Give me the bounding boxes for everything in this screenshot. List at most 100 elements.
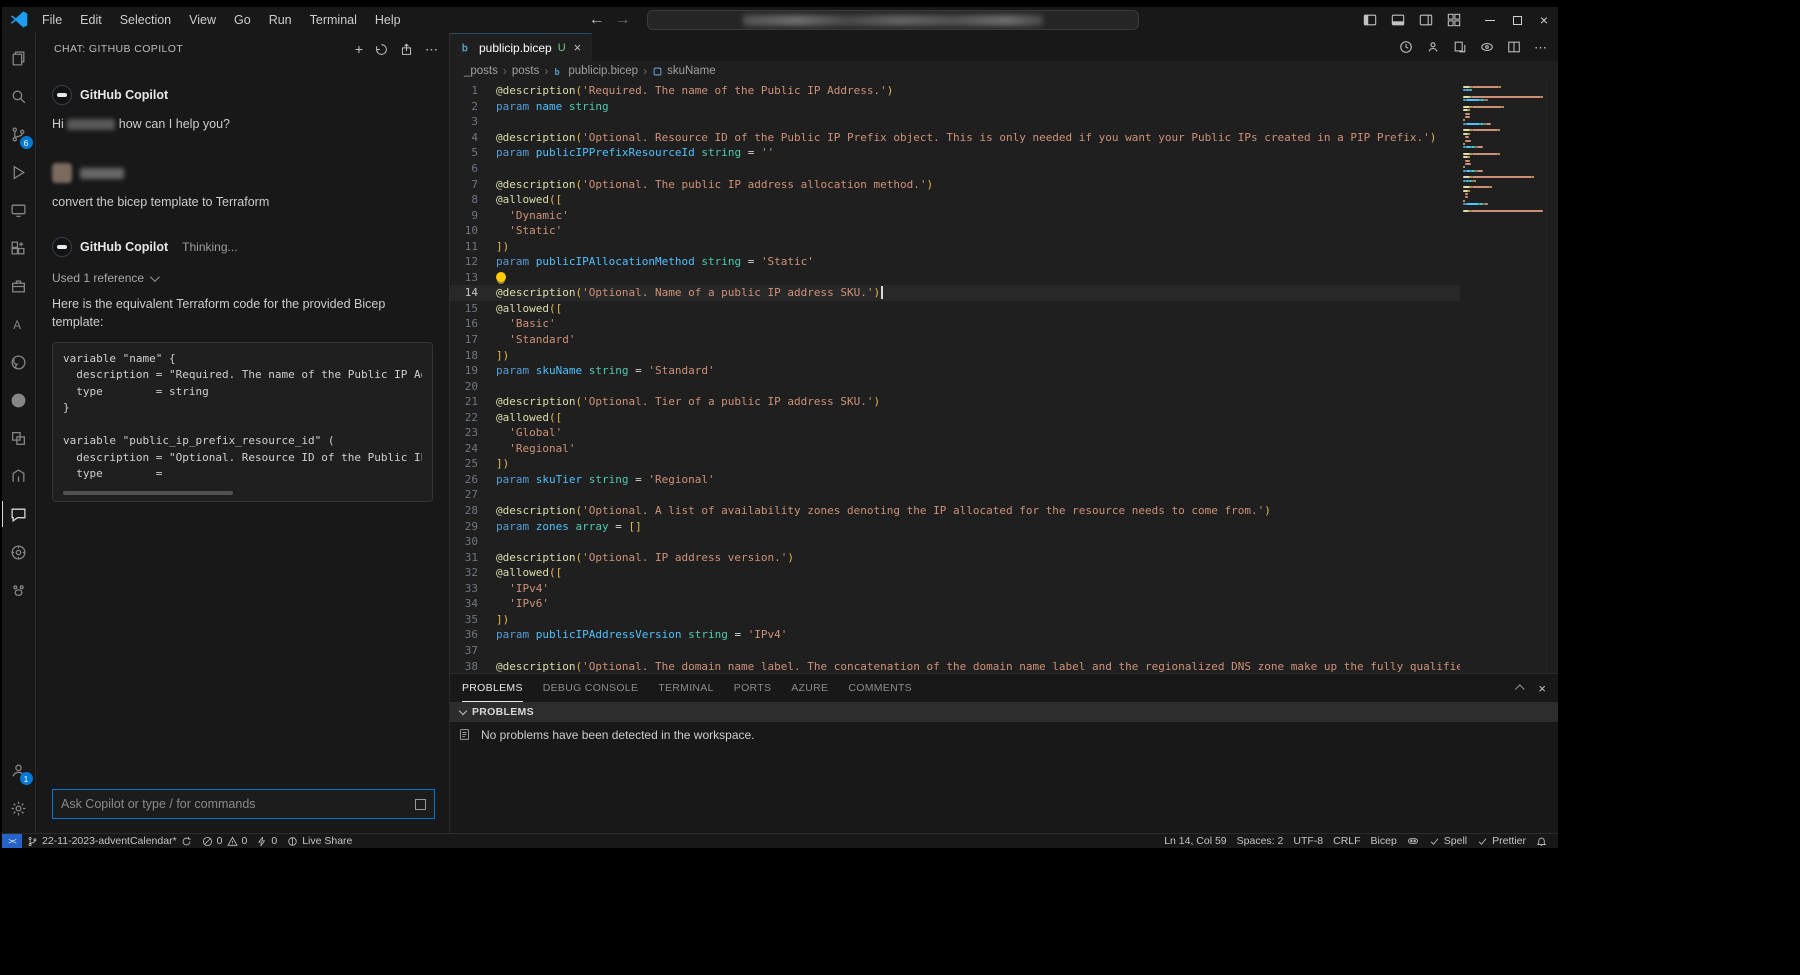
command-center-search[interactable] [647, 10, 1139, 30]
code-line[interactable]: 9 'Dynamic' [450, 207, 1460, 223]
code-line[interactable]: 5param publicIPPrefixResourceId string =… [450, 145, 1460, 161]
code-line[interactable]: 8@allowed([ [450, 192, 1460, 208]
minimap[interactable] [1460, 81, 1546, 673]
remote-indicator[interactable]: >< [2, 834, 22, 848]
open-changes-icon[interactable] [1453, 40, 1467, 54]
panel-tab-ports[interactable]: PORTS [734, 674, 771, 702]
panel-tab-debug-console[interactable]: DEBUG CONSOLE [543, 674, 639, 702]
encoding-status[interactable]: UTF-8 [1288, 834, 1328, 848]
chat-more-actions-icon[interactable]: ⋯ [425, 43, 439, 56]
nav-back-icon[interactable]: ← [589, 11, 605, 29]
panel-tab-comments[interactable]: COMMENTS [848, 674, 912, 702]
notifications-bell[interactable] [1531, 834, 1552, 848]
code-line[interactable]: 2param name string [450, 99, 1460, 115]
code-line[interactable]: 27 [450, 487, 1460, 503]
close-panel-icon[interactable]: × [1538, 681, 1546, 696]
run-and-debug-icon[interactable] [2, 153, 36, 191]
code-line[interactable]: 24 'Regional' [450, 441, 1460, 457]
restore-button[interactable] [1513, 16, 1522, 25]
github-icon[interactable] [2, 343, 36, 381]
code-line[interactable]: 22@allowed([ [450, 409, 1460, 425]
code-line[interactable]: 38@description('Optional. The domain nam… [450, 658, 1460, 673]
code-line[interactable]: 33 'IPv4' [450, 581, 1460, 597]
menu-terminal[interactable]: Terminal [302, 10, 365, 30]
extensions-icon[interactable] [2, 229, 36, 267]
code-block-hscrollbar[interactable] [63, 491, 233, 495]
collaborators-icon[interactable] [1426, 40, 1440, 54]
ports-status[interactable]: 0 [252, 834, 282, 848]
code-line[interactable]: 37 [450, 643, 1460, 659]
code-line[interactable]: 17 'Standard' [450, 332, 1460, 348]
editor-more-actions-icon[interactable]: ⋯ [1534, 41, 1548, 54]
code-line[interactable]: 14@description('Optional. Name of a publ… [450, 285, 1460, 301]
code-editor[interactable]: 1@description('Required. The name of the… [450, 81, 1558, 673]
tab-close-icon[interactable]: × [574, 40, 582, 55]
problems-section-header[interactable]: PROBLEMS [450, 702, 1558, 722]
code-line[interactable]: 36param publicIPAddressVersion string = … [450, 627, 1460, 643]
code-line[interactable]: 13 [450, 270, 1460, 286]
code-line[interactable]: 26param skuTier string = 'Regional' [450, 472, 1460, 488]
menu-view[interactable]: View [181, 10, 224, 30]
breadcrumb-item[interactable]: _posts [464, 65, 498, 77]
code-line[interactable]: 18]) [450, 347, 1460, 363]
code-line[interactable]: 20 [450, 378, 1460, 394]
close-window-button[interactable]: × [1540, 13, 1548, 27]
errors-warnings-status[interactable]: 0 0 [197, 834, 253, 848]
source-control-icon[interactable]: 6 [2, 115, 36, 153]
code-line[interactable]: 19param skuName string = 'Standard' [450, 363, 1460, 379]
indentation-status[interactable]: Spaces: 2 [1232, 834, 1289, 848]
code-line[interactable]: 11]) [450, 238, 1460, 254]
chat-code-block[interactable]: variable "name" { description = "Require… [52, 342, 433, 502]
timeline-icon[interactable] [1399, 40, 1413, 54]
chat-history-icon[interactable] [375, 43, 388, 56]
preview-icon[interactable] [1480, 40, 1494, 54]
chat-send-icon[interactable] [415, 799, 426, 810]
minimize-button[interactable] [1485, 20, 1495, 21]
breadcrumb-item-symbol[interactable]: skuName [652, 65, 716, 77]
lightbulb-icon[interactable] [496, 272, 506, 282]
code-line[interactable]: 28@description('Optional. A list of avai… [450, 503, 1460, 519]
manage-gear-icon[interactable] [2, 789, 36, 827]
remote-explorer-icon[interactable] [2, 191, 36, 229]
toggle-panel-icon[interactable] [1391, 13, 1405, 27]
explorer-icon[interactable] [2, 39, 36, 77]
maximize-panel-icon[interactable] [1515, 684, 1525, 694]
code-line[interactable]: 6 [450, 161, 1460, 177]
gitlens-icon[interactable] [2, 419, 36, 457]
git-branch-status[interactable]: 22-11-2023-adventCalendar* [22, 834, 197, 848]
language-mode-status[interactable]: Bicep [1366, 834, 1402, 848]
copilot-status[interactable] [1402, 834, 1424, 848]
toggle-primary-sidebar-icon[interactable] [1363, 13, 1377, 27]
toggle-secondary-sidebar-icon[interactable] [1419, 13, 1433, 27]
panel-tab-azure[interactable]: AZURE [791, 674, 828, 702]
code-line[interactable]: 7@description('Optional. The public IP a… [450, 176, 1460, 192]
prettier-status[interactable]: Prettier [1472, 834, 1531, 848]
code-line[interactable]: 12param publicIPAllocationMethod string … [450, 254, 1460, 270]
cursor-position-status[interactable]: Ln 14, Col 59 [1159, 834, 1231, 848]
eol-status[interactable]: CRLF [1328, 834, 1365, 848]
jam-icon[interactable] [2, 381, 36, 419]
code-line[interactable]: 30 [450, 534, 1460, 550]
breadcrumb-item[interactable]: posts [512, 65, 540, 77]
code-line[interactable]: 15@allowed([ [450, 301, 1460, 317]
chat-input[interactable] [61, 797, 415, 811]
new-chat-icon[interactable]: + [355, 41, 363, 57]
customize-layout-icon[interactable] [1447, 13, 1461, 27]
menu-edit[interactable]: Edit [72, 10, 110, 30]
code-line[interactable]: 1@description('Required. The name of the… [450, 83, 1460, 99]
code-line[interactable]: 32@allowed([ [450, 565, 1460, 581]
tab-publicip-bicep[interactable]: b publicip.bicep U × [450, 33, 592, 61]
pull-request-icon[interactable] [2, 457, 36, 495]
breadcrumb-item-file[interactable]: b publicip.bicep [553, 65, 638, 77]
code-line[interactable]: 29param zones array = [] [450, 518, 1460, 534]
nav-forward-icon[interactable]: → [615, 11, 631, 29]
container-tools-icon[interactable] [2, 267, 36, 305]
paw-icon[interactable] [2, 571, 36, 609]
code-line[interactable]: 35]) [450, 612, 1460, 628]
used-references-toggle[interactable]: Used 1 reference [52, 271, 433, 285]
code-line[interactable]: 4@description('Optional. Resource ID of … [450, 130, 1460, 146]
code-line[interactable]: 34 'IPv6' [450, 596, 1460, 612]
menu-run[interactable]: Run [261, 10, 300, 30]
copilot-chat-icon[interactable] [2, 495, 36, 533]
code-lines[interactable]: 1@description('Required. The name of the… [450, 81, 1460, 673]
